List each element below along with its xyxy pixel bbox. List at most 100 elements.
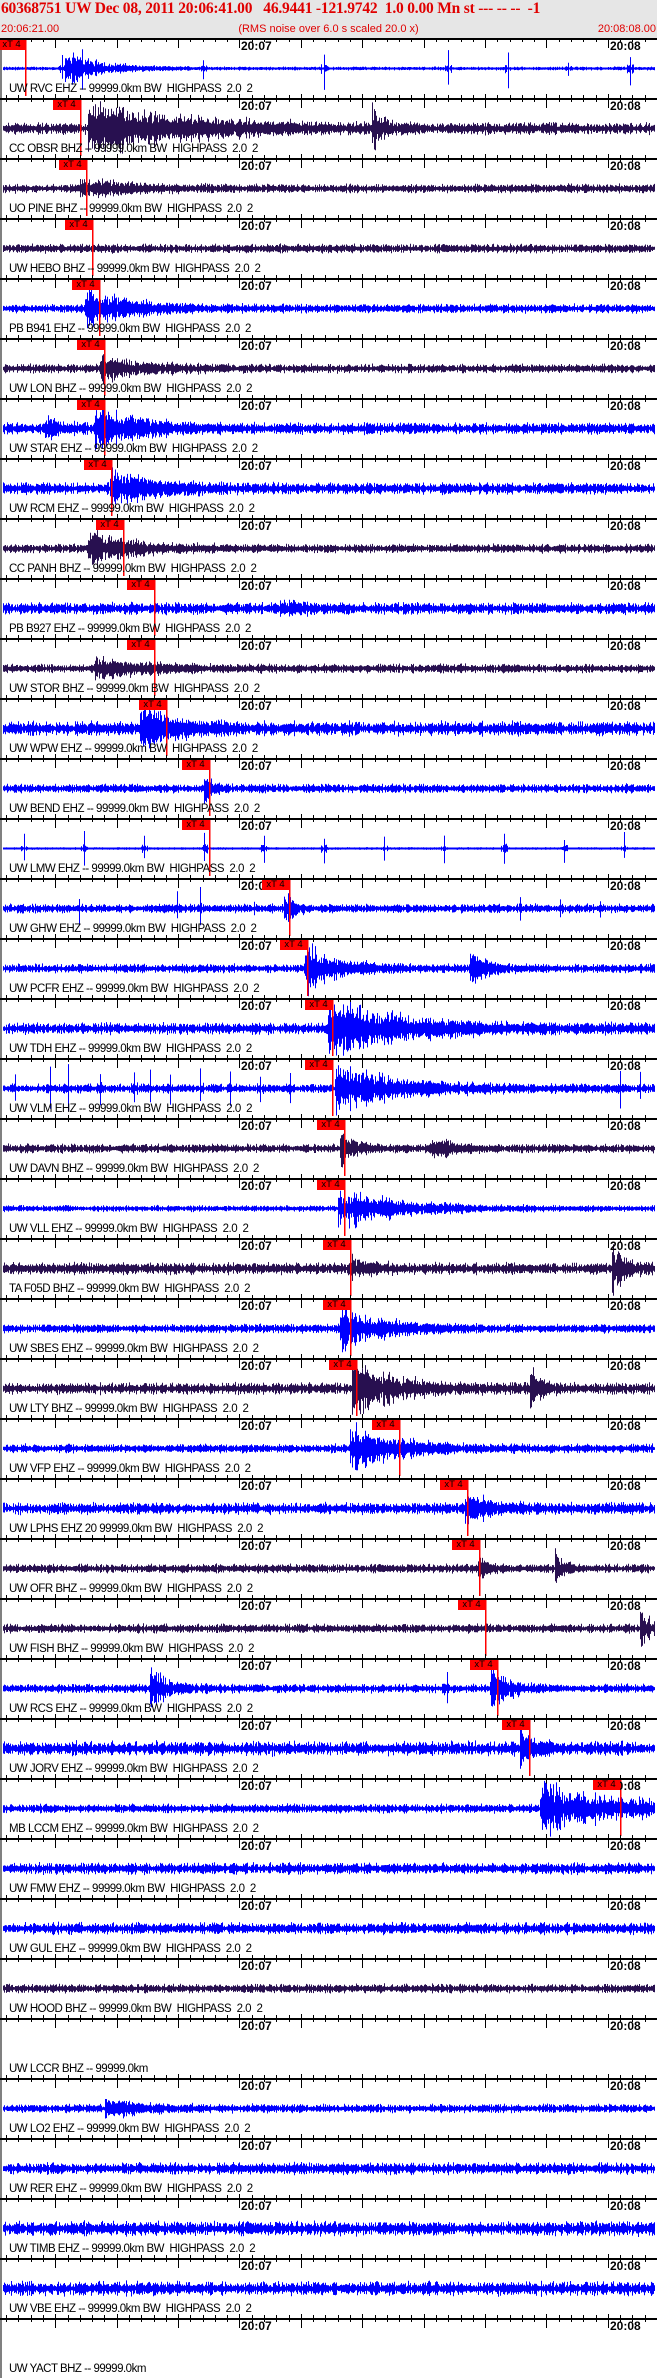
panel-separator xyxy=(0,1898,657,1900)
minute-label: 20:08 xyxy=(610,159,641,173)
station-label: UW FISH BHZ -- 99999.0km BW HIGHPASS 2.0… xyxy=(9,1643,255,1655)
pick-marker[interactable]: xT 4 xyxy=(65,220,92,230)
station-label: PB B941 EHZ -- 99999.0km BW HIGHPASS 2.0… xyxy=(9,323,251,335)
panel-separator xyxy=(0,38,657,40)
station-label: UW HOOD BHZ -- 99999.0km BW HIGHPASS 2.0… xyxy=(9,2003,263,2015)
pick-line[interactable] xyxy=(356,1360,358,1416)
seismic-trace xyxy=(3,467,655,505)
pick-line[interactable] xyxy=(497,1660,499,1716)
minute-label: 20:07 xyxy=(241,699,272,713)
pick-marker[interactable]: xT 4 xyxy=(182,820,209,830)
panel-separator xyxy=(0,1838,657,1840)
pick-line[interactable] xyxy=(332,1000,334,1056)
seismic-trace xyxy=(3,703,655,749)
pick-line[interactable] xyxy=(350,1240,352,1296)
pick-marker[interactable]: xT 4 xyxy=(452,1540,479,1550)
pick-marker[interactable]: xT 4 xyxy=(96,520,123,530)
station-label: UW SBES EHZ -- 99999.0km BW HIGHPASS 2.0… xyxy=(9,1343,259,1355)
panel-separator xyxy=(0,158,657,160)
minute-label: 20:08 xyxy=(610,519,641,533)
panel-separator xyxy=(0,1538,657,1540)
event-header: 60368751 UW Dec 08, 2011 20:06:41.00 46.… xyxy=(0,0,657,38)
pick-marker[interactable]: xT 4 xyxy=(77,400,104,410)
pick-line[interactable] xyxy=(479,1540,481,1596)
minute-label: 20:07 xyxy=(241,1959,272,1973)
pick-marker[interactable]: xT 4 xyxy=(127,580,154,590)
minute-label: 20:08 xyxy=(610,879,641,893)
pick-marker[interactable]: xT 4 xyxy=(72,280,99,290)
end-time: 20:08:08.00 xyxy=(597,23,656,35)
panel-separator xyxy=(0,2018,657,2020)
minute-label: 20:08 xyxy=(610,279,641,293)
station-label: UO PINE BHZ -- 99999.0km BW HIGHPASS 2.0… xyxy=(9,203,253,215)
pick-marker[interactable]: xT 4 xyxy=(323,1240,350,1250)
station-label: UW VLM EHZ -- 99999.0km BW HIGHPASS 2.0 … xyxy=(9,1103,253,1115)
panel-separator xyxy=(0,98,657,100)
panel-separator xyxy=(0,218,657,220)
station-label: UW LCCR BHZ -- 99999.0km xyxy=(9,2063,148,2075)
station-label: CC OBSR BHZ -- 99999.0km BW HIGHPASS 2.0… xyxy=(9,143,258,155)
pick-marker[interactable]: xT 4 xyxy=(59,160,86,170)
seismogram-stack: 20:07 20:08 UW RVC EHZ -- 99999.0km BW HIG… xyxy=(0,38,657,2378)
pick-marker[interactable]: xT 4 xyxy=(502,1720,529,1730)
pick-marker[interactable]: xT 4 xyxy=(329,1360,356,1370)
station-label: UW JORV EHZ -- 99999.0km BW HIGHPASS 2.0… xyxy=(9,1763,259,1775)
pick-marker[interactable]: xT 4 xyxy=(317,1180,344,1190)
minute-label: 20:07 xyxy=(241,999,272,1013)
station-label: UW RER EHZ -- 99999.0km BW HIGHPASS 2.0 … xyxy=(9,2183,253,2195)
pick-marker[interactable]: xT 4 xyxy=(262,880,289,890)
pick-line[interactable] xyxy=(350,1300,352,1356)
pick-line[interactable] xyxy=(467,1480,469,1536)
pick-marker[interactable]: xT 4 xyxy=(440,1480,467,1490)
pick-line[interactable] xyxy=(529,1720,531,1776)
station-label: UW STOR BHZ -- 99999.0km BW HIGHPASS 2.0… xyxy=(9,683,260,695)
pick-marker[interactable]: xT 4 xyxy=(372,1420,399,1430)
station-label: UW GUL EHZ -- 99999.0km BW HIGHPASS 2.0 … xyxy=(9,1943,252,1955)
station-label: UW RVC EHZ -- 99999.0km BW HIGHPASS 2.0 … xyxy=(9,83,253,95)
pick-marker[interactable]: xT 4 xyxy=(139,700,166,710)
station-label: UW LTY BHZ -- 99999.0km BW HIGHPASS 2.0 … xyxy=(9,1403,249,1415)
minute-label: 20:07 xyxy=(241,1599,272,1613)
pick-marker[interactable]: xT 4 xyxy=(53,100,80,110)
pick-marker[interactable]: xT 4 xyxy=(470,1660,497,1670)
pick-marker[interactable]: xT 4 xyxy=(305,1060,332,1070)
pick-line[interactable] xyxy=(289,880,291,936)
minute-label: 20:07 xyxy=(241,219,272,233)
pick-marker[interactable]: xT 4 xyxy=(182,760,209,770)
pick-marker[interactable]: xT 4 xyxy=(0,40,25,50)
pick-line[interactable] xyxy=(399,1420,401,1476)
pick-marker[interactable]: xT 4 xyxy=(593,1780,620,1790)
pick-line[interactable] xyxy=(344,1120,346,1176)
panel-separator xyxy=(0,698,657,700)
station-label: UW VBE EHZ -- 99999.0km BW HIGHPASS 2.0 … xyxy=(9,2303,252,2315)
pick-line[interactable] xyxy=(307,940,309,996)
pick-line[interactable] xyxy=(485,1600,487,1656)
pick-marker[interactable]: xT 4 xyxy=(317,1120,344,1130)
pick-marker[interactable]: xT 4 xyxy=(323,1300,350,1310)
minute-label: 20:08 xyxy=(610,759,641,773)
pick-marker[interactable]: xT 4 xyxy=(84,460,111,470)
station-label: UW STAR EHZ -- 99999.0km BW HIGHPASS 2.0… xyxy=(9,443,258,455)
minute-label: 20:07 xyxy=(241,1779,272,1793)
seismic-trace xyxy=(3,778,655,804)
pick-line[interactable] xyxy=(332,1060,334,1116)
panel-separator xyxy=(0,638,657,640)
pick-marker[interactable]: xT 4 xyxy=(458,1600,485,1610)
minute-label: 20:08 xyxy=(610,1959,641,1973)
station-label: UW HEBO BHZ -- 99999.0km BW HIGHPASS 2.0… xyxy=(9,263,261,275)
minute-label: 20:07 xyxy=(241,339,272,353)
pick-marker[interactable]: xT 4 xyxy=(280,940,307,950)
minute-label: 20:07 xyxy=(241,2319,272,2333)
minute-label: 20:07 xyxy=(241,2079,272,2093)
pick-marker[interactable]: xT 4 xyxy=(305,1000,332,1010)
minute-label: 20:08 xyxy=(610,1539,641,1553)
pick-line[interactable] xyxy=(344,1180,346,1236)
pick-marker[interactable]: xT 4 xyxy=(127,640,154,650)
minute-label: 20:08 xyxy=(610,1419,641,1433)
minute-label: 20:08 xyxy=(610,2259,641,2273)
panel-separator xyxy=(0,1418,657,1420)
seismic-trace xyxy=(3,1662,655,1708)
pick-marker[interactable]: xT 4 xyxy=(77,340,104,350)
minute-label: 20:07 xyxy=(241,2019,272,2033)
minute-label: 20:08 xyxy=(610,1659,641,1673)
